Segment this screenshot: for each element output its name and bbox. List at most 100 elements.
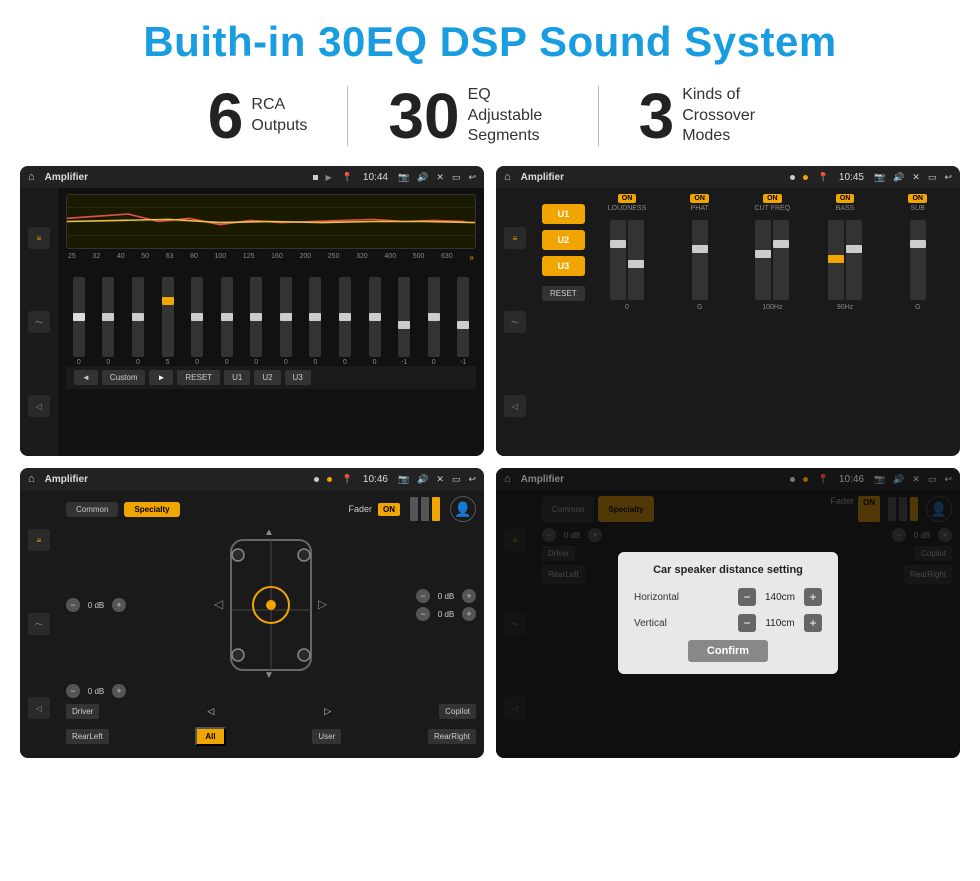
eq-thumb-5[interactable] — [191, 313, 203, 321]
db-plus-tl[interactable]: + — [112, 598, 126, 612]
dialog-horizontal-minus[interactable]: − — [738, 588, 756, 606]
user-btn[interactable]: User — [312, 729, 341, 744]
eq-thumb-9[interactable] — [309, 313, 321, 321]
u3-btn[interactable]: U3 — [542, 256, 585, 276]
eq-slider-1[interactable]: 0 — [66, 277, 92, 366]
eq-track-4[interactable] — [162, 277, 174, 357]
loudness-track-2[interactable] — [628, 220, 644, 300]
crossover-reset-btn[interactable]: RESET — [542, 286, 585, 301]
eq-thumb-12[interactable] — [398, 321, 410, 329]
fader-sidebar-speaker-icon[interactable]: ◁ — [28, 697, 50, 719]
eq-track-2[interactable] — [102, 277, 114, 357]
eq-track-12[interactable] — [398, 277, 410, 357]
common-tab[interactable]: Common — [66, 502, 118, 517]
db-minus-tl[interactable]: − — [66, 598, 80, 612]
eq-slider-5[interactable]: 0 — [184, 277, 210, 366]
loudness-thumb-2[interactable] — [628, 260, 644, 268]
eq-thumb-13[interactable] — [428, 313, 440, 321]
eq-thumb-2[interactable] — [102, 313, 114, 321]
eq-thumb-3[interactable] — [132, 313, 144, 321]
eq-thumb-8[interactable] — [280, 313, 292, 321]
eq-track-9[interactable] — [309, 277, 321, 357]
eq-slider-4[interactable]: 5 — [155, 277, 181, 366]
sub-thumb-1[interactable] — [910, 240, 926, 248]
phat-track-1[interactable] — [692, 220, 708, 300]
eq-track-11[interactable] — [369, 277, 381, 357]
bass-thumb-1[interactable] — [828, 255, 844, 263]
eq-slider-11[interactable]: 0 — [362, 277, 388, 366]
eq-sidebar-speaker-icon[interactable]: ◁ — [28, 395, 50, 417]
eq-play-btn[interactable]: ► — [149, 370, 173, 385]
bass-track-1[interactable] — [828, 220, 844, 300]
cutfreq-thumb-1[interactable] — [755, 250, 771, 258]
eq-track-5[interactable] — [191, 277, 203, 357]
fader-sidebar-eq-icon[interactable]: ≡ — [28, 529, 50, 551]
bass-track-2[interactable] — [846, 220, 862, 300]
fader-sidebar-wave-icon[interactable]: 〜 — [28, 613, 50, 635]
eq-slider-13[interactable]: 0 — [421, 277, 447, 366]
fader-slider-2[interactable] — [421, 497, 429, 521]
eq-slider-10[interactable]: 0 — [332, 277, 358, 366]
eq-slider-7[interactable]: 0 — [243, 277, 269, 366]
loudness-thumb-1[interactable] — [610, 240, 626, 248]
cutfreq-track-2[interactable] — [773, 220, 789, 300]
db-minus-tr[interactable]: − — [416, 589, 430, 603]
copilot-btn[interactable]: Copilot — [439, 704, 476, 719]
sub-track-1[interactable] — [910, 220, 926, 300]
eq-track-13[interactable] — [428, 277, 440, 357]
eq-track-8[interactable] — [280, 277, 292, 357]
eq-reset-btn[interactable]: RESET — [177, 370, 220, 385]
dialog-horizontal-plus[interactable]: + — [804, 588, 822, 606]
cutfreq-track-1[interactable] — [755, 220, 771, 300]
cutfreq-thumb-2[interactable] — [773, 240, 789, 248]
eq-slider-8[interactable]: 0 — [273, 277, 299, 366]
eq-track-1[interactable] — [73, 277, 85, 357]
db-plus-tr[interactable]: + — [462, 589, 476, 603]
eq-sidebar-wave-icon[interactable]: 〜 — [28, 311, 50, 333]
dialog-vertical-plus[interactable]: + — [804, 614, 822, 632]
eq-thumb-7[interactable] — [250, 313, 262, 321]
eq-slider-14[interactable]: -1 — [451, 277, 477, 366]
eq-u3-btn[interactable]: U3 — [285, 370, 311, 385]
all-btn[interactable]: All — [195, 727, 225, 746]
freq-arrow[interactable]: » — [469, 253, 473, 262]
driver-btn[interactable]: Driver — [66, 704, 99, 719]
eq-slider-2[interactable]: 0 — [96, 277, 122, 366]
eq-thumb-10[interactable] — [339, 313, 351, 321]
db-plus-bl[interactable]: + — [112, 684, 126, 698]
phat-thumb-1[interactable] — [692, 245, 708, 253]
eq-thumb-6[interactable] — [221, 313, 233, 321]
eq-slider-6[interactable]: 0 — [214, 277, 240, 366]
u2-btn[interactable]: U2 — [542, 230, 585, 250]
eq-thumb-14[interactable] — [457, 321, 469, 329]
eq-track-10[interactable] — [339, 277, 351, 357]
eq-track-3[interactable] — [132, 277, 144, 357]
eq-u1-btn[interactable]: U1 — [224, 370, 250, 385]
eq-thumb-11[interactable] — [369, 313, 381, 321]
crossover-sidebar-wave-icon[interactable]: 〜 — [504, 311, 526, 333]
eq-track-7[interactable] — [250, 277, 262, 357]
eq-slider-9[interactable]: 0 — [303, 277, 329, 366]
loudness-track-1[interactable] — [610, 220, 626, 300]
eq-slider-12[interactable]: -1 — [391, 277, 417, 366]
eq-track-6[interactable] — [221, 277, 233, 357]
eq-thumb-1[interactable] — [73, 313, 85, 321]
u1-btn[interactable]: U1 — [542, 204, 585, 224]
eq-sidebar-eq-icon[interactable]: ≡ — [28, 227, 50, 249]
crossover-sidebar-eq-icon[interactable]: ≡ — [504, 227, 526, 249]
bass-thumb-2[interactable] — [846, 245, 862, 253]
fader-slider-3[interactable] — [432, 497, 440, 521]
db-plus-br[interactable]: + — [462, 607, 476, 621]
db-minus-bl[interactable]: − — [66, 684, 80, 698]
db-minus-br[interactable]: − — [416, 607, 430, 621]
eq-slider-3[interactable]: 0 — [125, 277, 151, 366]
crossover-sidebar-speaker-icon[interactable]: ◁ — [504, 395, 526, 417]
rear-right-btn[interactable]: RearRight — [428, 729, 476, 744]
specialty-tab[interactable]: Specialty — [124, 502, 179, 517]
eq-u2-btn[interactable]: U2 — [254, 370, 280, 385]
rear-left-btn[interactable]: RearLeft — [66, 729, 109, 744]
eq-track-14[interactable] — [457, 277, 469, 357]
eq-thumb-4[interactable] — [162, 297, 174, 305]
confirm-button[interactable]: Confirm — [688, 640, 768, 662]
fader-slider-1[interactable] — [410, 497, 418, 521]
